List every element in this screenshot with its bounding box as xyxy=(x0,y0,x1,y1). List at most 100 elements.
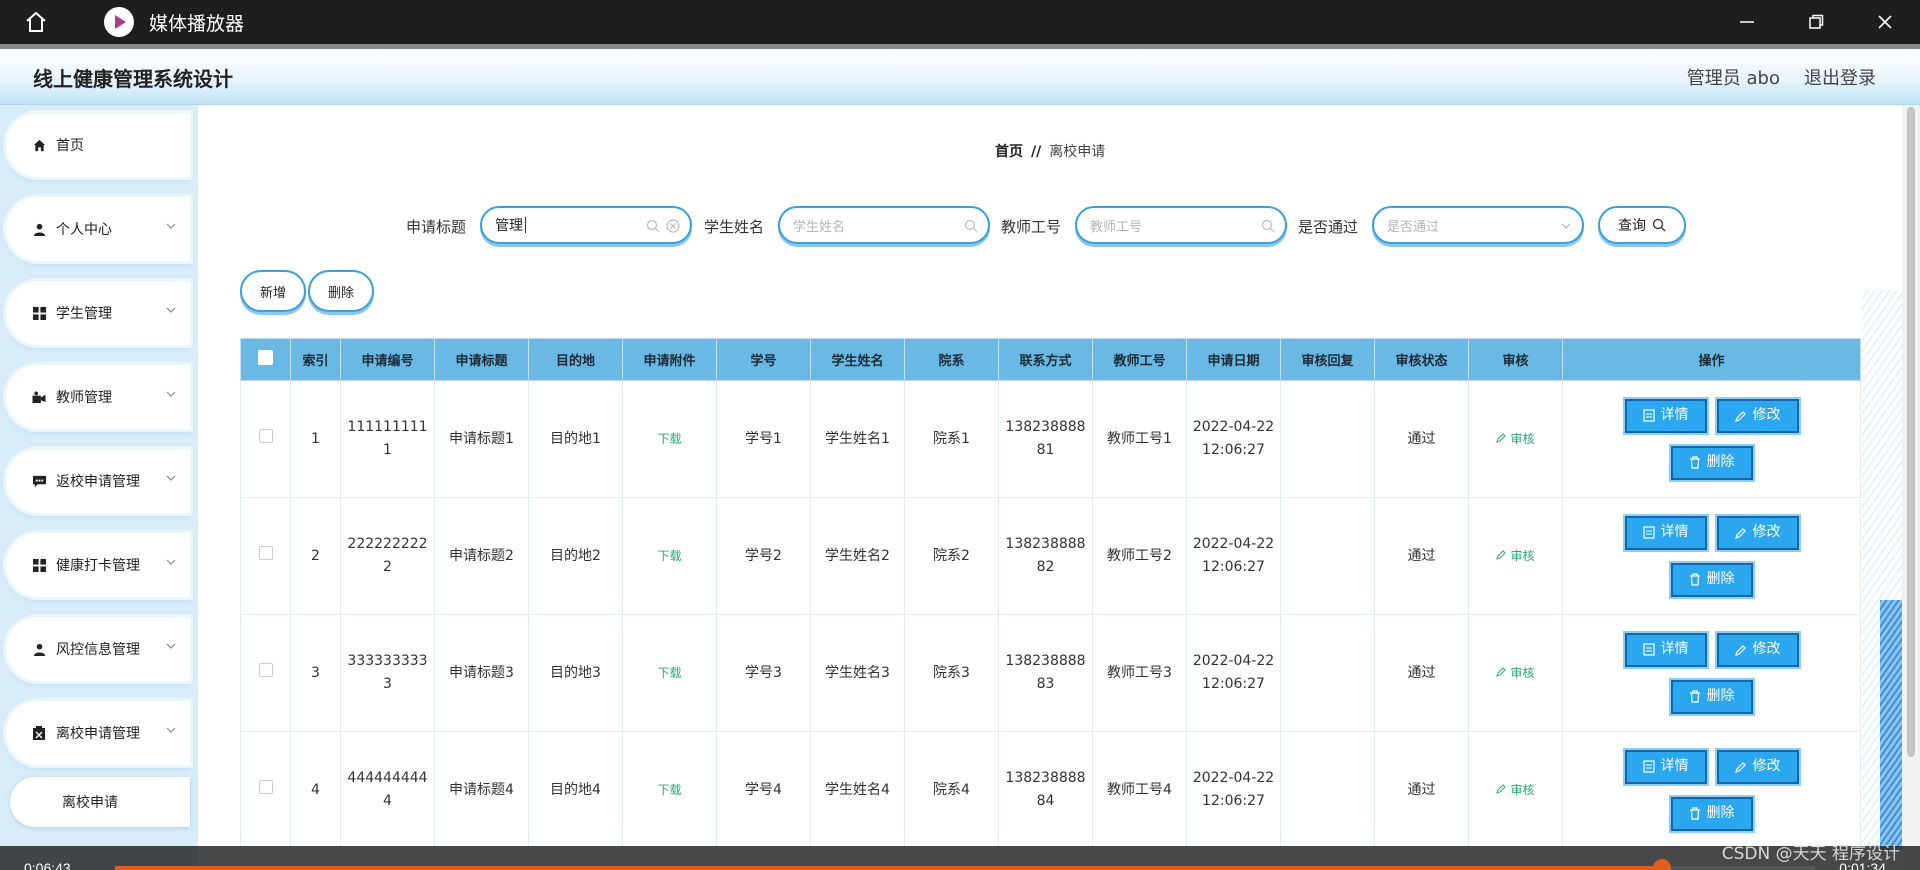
row-select-cell[interactable] xyxy=(240,614,291,732)
logout-button[interactable]: 退出登录 xyxy=(1804,64,1876,90)
audit-status: 通过 xyxy=(1407,547,1436,564)
delete-label: 删除 xyxy=(1706,454,1735,470)
app-header: 线上健康管理系统设计 管理员 abo 退出登录 xyxy=(0,49,1920,105)
scrollbar-thumb[interactable] xyxy=(1907,107,1915,757)
breadcrumb-home[interactable]: 首页 xyxy=(995,144,1023,160)
attachment-link[interactable]: 下载 xyxy=(657,432,681,446)
video-progress-bar: 0:06:43 0:01:34 xyxy=(0,846,1920,870)
sidebar-item-health-checkin[interactable]: 健康打卡管理 xyxy=(6,533,190,597)
phone-cell: 13823888883 xyxy=(998,614,1093,732)
home-icon[interactable] xyxy=(18,4,54,40)
sidebar-subitem-leave-application[interactable]: 离校申请 xyxy=(10,777,190,827)
audit-status-cell: 通过 xyxy=(1374,380,1469,498)
row-select-cell[interactable] xyxy=(240,497,291,615)
row-select-cell[interactable] xyxy=(240,731,291,849)
close-icon[interactable] xyxy=(1855,0,1915,44)
seek-fill xyxy=(115,866,1662,870)
document-icon xyxy=(1642,409,1655,422)
application-number-cell: 2222222222 xyxy=(340,497,435,615)
delete-row-button[interactable]: 删除 xyxy=(1670,562,1753,597)
edit-button[interactable]: 修改 xyxy=(1716,515,1799,550)
audit-status-cell: 通过 xyxy=(1374,614,1469,732)
seek-handle[interactable] xyxy=(1653,859,1671,870)
grid-icon xyxy=(32,558,46,572)
row-index: 1 xyxy=(311,430,320,447)
audit-link[interactable]: 审核 xyxy=(1510,783,1534,797)
sidebar-item-home[interactable]: 首页 xyxy=(6,113,190,177)
destination: 目的地3 xyxy=(550,664,601,681)
operations-cell: 详情 修改删除 xyxy=(1562,497,1861,615)
audit-link-cell: 审核 xyxy=(1468,731,1563,849)
destination: 目的地1 xyxy=(550,430,601,447)
sidebar-item-label: 个人中心 xyxy=(56,222,112,238)
row-index: 2 xyxy=(311,547,320,564)
delete-button[interactable]: 删除 xyxy=(308,270,374,312)
chevron-down-icon xyxy=(166,223,176,229)
teacher-id-input[interactable]: 教师工号 xyxy=(1075,206,1287,244)
audit-link[interactable]: 审核 xyxy=(1510,549,1534,563)
breadcrumb: 首页 // 离校申请 xyxy=(995,141,1105,161)
select-all-checkbox[interactable] xyxy=(258,350,273,365)
audit-link[interactable]: 审核 xyxy=(1510,666,1534,680)
delete-label: 删除 xyxy=(1706,805,1735,821)
add-button[interactable]: 新增 xyxy=(240,270,306,312)
teacher-id-cell: 教师工号3 xyxy=(1092,614,1187,732)
sidebar: 首页 个人中心 学生管理 教师管理 返校申请管理 健康打卡管理 风控信息管理 离… xyxy=(0,105,198,870)
edit-icon xyxy=(1496,548,1510,564)
seek-bar[interactable] xyxy=(115,859,1815,870)
edit-button[interactable]: 修改 xyxy=(1716,398,1799,433)
sidebar-item-teachers[interactable]: 教师管理 xyxy=(6,365,190,429)
attachment-link[interactable]: 下载 xyxy=(657,783,681,797)
department: 院系1 xyxy=(933,430,970,447)
sidebar-item-personal[interactable]: 个人中心 xyxy=(6,197,190,261)
edit-button[interactable]: 修改 xyxy=(1716,632,1799,667)
application-date: 2022-04-22 12:06:27 xyxy=(1192,653,1275,692)
watermark: CSDN @天天 程序设计 xyxy=(1721,844,1900,864)
column-header: 学号 xyxy=(716,338,811,381)
attachment-link[interactable]: 下载 xyxy=(657,666,681,680)
student-name-input[interactable]: 学生姓名 xyxy=(778,206,990,244)
row-index: 3 xyxy=(311,664,320,681)
chevron-down-icon xyxy=(166,307,176,313)
attachment-link-cell: 下载 xyxy=(622,380,717,498)
audit-link[interactable]: 审核 xyxy=(1510,432,1534,446)
restore-icon[interactable] xyxy=(1786,0,1846,44)
detail-button[interactable]: 详情 xyxy=(1624,632,1707,667)
chevron-down-icon xyxy=(166,475,176,481)
row-select-cell[interactable] xyxy=(240,380,291,498)
query-button[interactable]: 查询 xyxy=(1598,206,1686,244)
application-title: 申请标题3 xyxy=(449,664,514,681)
application-number: 1111111111 xyxy=(347,419,428,458)
detail-label: 详情 xyxy=(1660,641,1689,657)
title-search-input[interactable]: 管理 xyxy=(480,206,692,244)
row-checkbox[interactable] xyxy=(258,428,273,443)
audit-status: 通过 xyxy=(1407,781,1436,798)
vertical-scrollbar[interactable] xyxy=(1902,105,1920,870)
delete-row-button[interactable]: 删除 xyxy=(1670,679,1753,714)
row-checkbox[interactable] xyxy=(258,662,273,677)
edit-button[interactable]: 修改 xyxy=(1716,749,1799,784)
delete-row-button[interactable]: 删除 xyxy=(1670,796,1753,831)
department-cell: 院系3 xyxy=(904,614,999,732)
sidebar-item-students[interactable]: 学生管理 xyxy=(6,281,190,345)
detail-button[interactable]: 详情 xyxy=(1624,398,1707,433)
sidebar-item-return-school[interactable]: 返校申请管理 xyxy=(6,449,190,513)
column-header: 申请附件 xyxy=(622,338,717,381)
row-checkbox[interactable] xyxy=(258,779,273,794)
delete-row-button[interactable]: 删除 xyxy=(1670,445,1753,480)
delete-label: 删除 xyxy=(1706,688,1735,704)
pass-status-label: 是否通过 xyxy=(1298,218,1359,236)
minimize-icon[interactable] xyxy=(1717,0,1777,44)
sidebar-item-risk-info[interactable]: 风控信息管理 xyxy=(6,617,190,681)
detail-button[interactable]: 详情 xyxy=(1624,515,1707,550)
row-checkbox[interactable] xyxy=(258,545,273,560)
student-id-cell: 学号3 xyxy=(716,614,811,732)
attachment-link[interactable]: 下载 xyxy=(657,549,681,563)
clear-icon[interactable] xyxy=(666,219,680,233)
operations-cell: 详情 修改删除 xyxy=(1562,380,1861,498)
pass-status-select[interactable]: 是否通过 xyxy=(1372,206,1584,244)
sidebar-item-leave-school[interactable]: 离校申请管理 xyxy=(6,701,190,765)
detail-button[interactable]: 详情 xyxy=(1624,749,1707,784)
application-date-cell: 2022-04-22 12:06:27 xyxy=(1186,380,1281,498)
select-all-header[interactable] xyxy=(240,338,291,381)
